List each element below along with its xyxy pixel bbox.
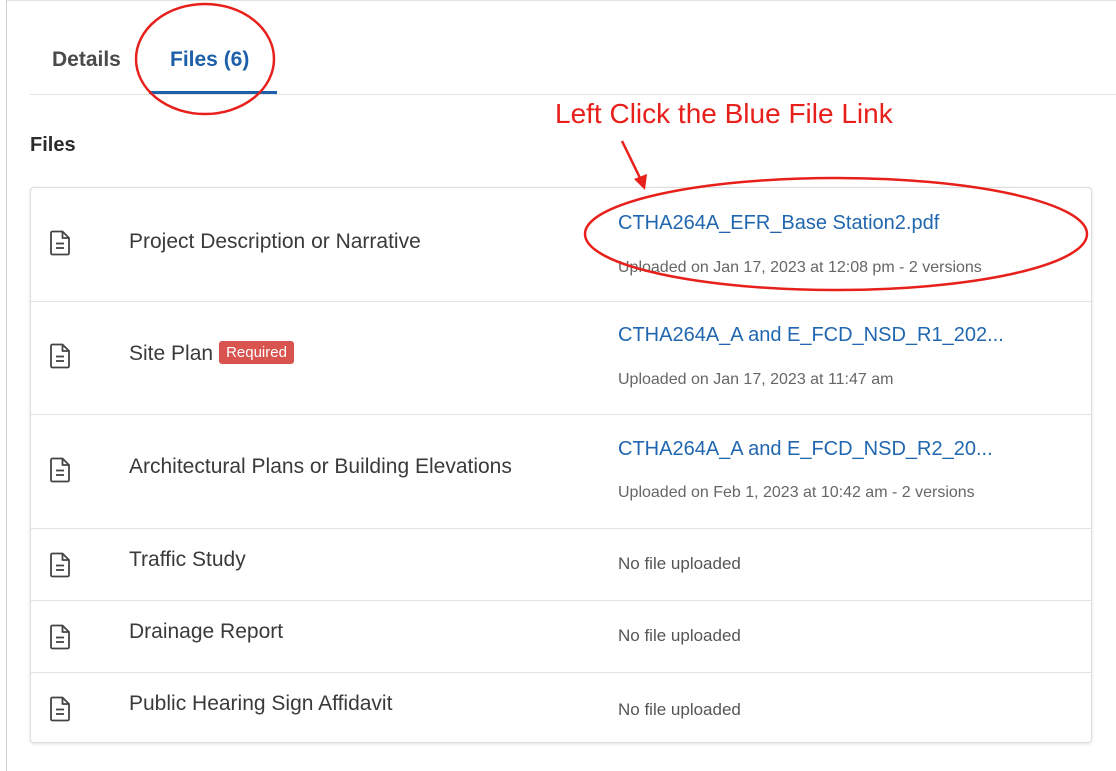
required-badge: Required xyxy=(219,341,294,364)
file-row: Traffic Study No file uploaded xyxy=(31,528,1091,601)
annotation-instruction: Left Click the Blue File Link xyxy=(555,98,893,129)
files-list: Project Description or Narrative CTHA264… xyxy=(30,187,1092,743)
file-upload-meta: Uploaded on Jan 17, 2023 at 12:08 pm - 2… xyxy=(618,259,982,276)
file-download-link[interactable]: CTHA264A_A and E_FCD_NSD_R1_202... xyxy=(618,324,1004,347)
tab-details[interactable]: Details xyxy=(52,48,121,72)
frame-top-border xyxy=(6,0,1116,1)
file-row: Public Hearing Sign Affidavit No file up… xyxy=(31,672,1091,742)
frame-left-border xyxy=(6,0,7,771)
file-category-label: Drainage Report xyxy=(129,620,284,643)
file-document-icon xyxy=(50,696,70,722)
file-document-icon xyxy=(50,343,70,369)
file-document-icon xyxy=(50,457,70,483)
file-row: Project Description or Narrative CTHA264… xyxy=(31,188,1091,302)
file-upload-meta: Uploaded on Feb 1, 2023 at 10:42 am - 2 … xyxy=(618,484,975,501)
file-document-icon xyxy=(50,552,70,578)
file-category-label: Traffic Study xyxy=(129,548,246,571)
file-category-text: Site Plan xyxy=(129,342,214,365)
file-category-label: Public Hearing Sign Affidavit xyxy=(129,692,393,715)
file-download-link[interactable]: CTHA264A_EFR_Base Station2.pdf xyxy=(618,212,939,235)
tab-divider xyxy=(30,94,1116,95)
annotation-arrow-line xyxy=(620,140,643,181)
file-row: Drainage Report No file uploaded xyxy=(31,600,1091,673)
tab-files[interactable]: Files (6) xyxy=(170,48,249,72)
file-category-label: Site Plan Required xyxy=(129,341,294,366)
file-row: Architectural Plans or Building Elevatio… xyxy=(31,414,1091,529)
file-status: No file uploaded xyxy=(618,700,741,719)
file-category-label: Architectural Plans or Building Elevatio… xyxy=(129,455,512,478)
file-document-icon xyxy=(50,624,70,650)
file-upload-meta: Uploaded on Jan 17, 2023 at 11:47 am xyxy=(618,371,894,388)
file-download-link[interactable]: CTHA264A_A and E_FCD_NSD_R2_20... xyxy=(618,438,993,461)
section-title: Files xyxy=(30,134,76,156)
file-document-icon xyxy=(50,230,70,256)
tab-bar: Details Files (6) xyxy=(30,40,1116,95)
file-status: No file uploaded xyxy=(618,554,741,573)
file-status: No file uploaded xyxy=(618,626,741,645)
file-category-label: Project Description or Narrative xyxy=(129,230,421,253)
file-row: Site Plan Required CTHA264A_A and E_FCD_N… xyxy=(31,301,1091,415)
